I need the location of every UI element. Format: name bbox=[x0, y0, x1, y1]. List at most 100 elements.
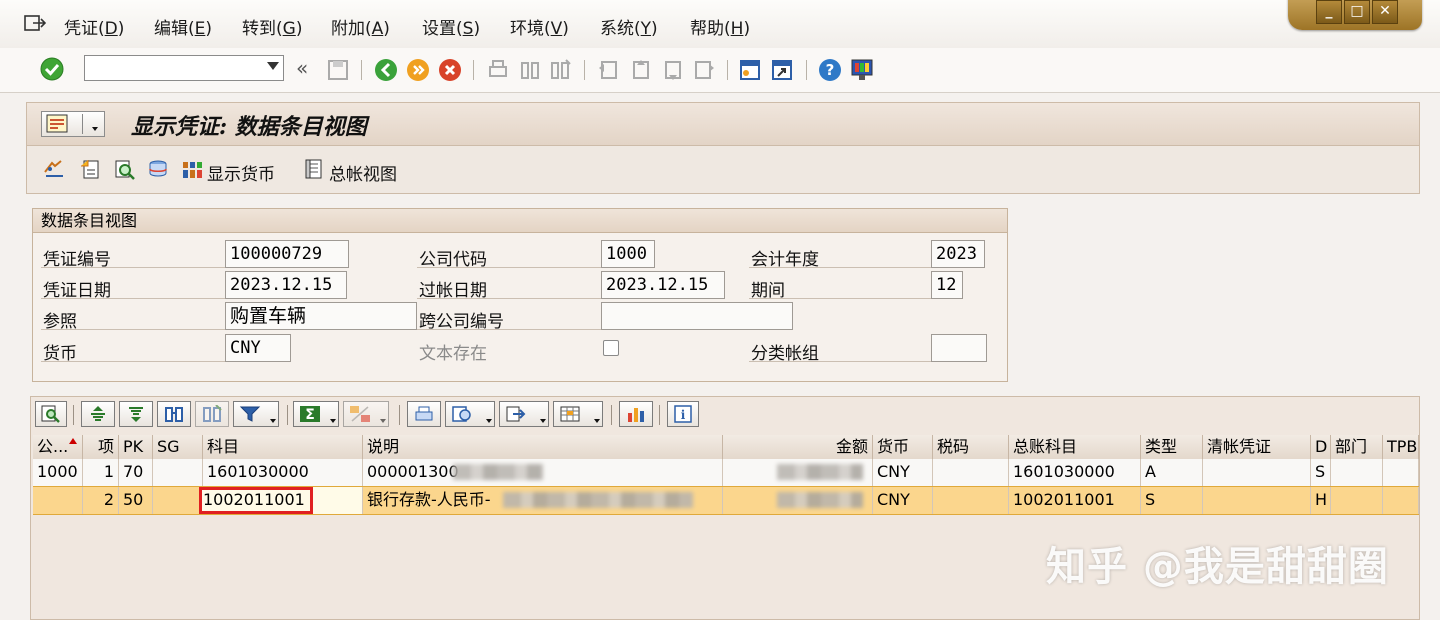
chevron-down-icon bbox=[486, 419, 492, 423]
graphic-button[interactable] bbox=[619, 401, 653, 427]
menu-goto[interactable]: 转到(G) bbox=[242, 14, 302, 39]
cell-account-highlighted[interactable]: 1002011001 bbox=[199, 487, 313, 514]
col-amount[interactable]: 金额 bbox=[723, 435, 873, 459]
cell-tax-code bbox=[933, 487, 1009, 514]
separator bbox=[749, 298, 931, 299]
col-department[interactable]: 部门 bbox=[1331, 435, 1383, 459]
export-icon bbox=[506, 406, 526, 422]
redacted-area bbox=[777, 492, 863, 508]
details-button[interactable] bbox=[35, 401, 67, 427]
find-next-button[interactable] bbox=[195, 401, 229, 427]
total-button[interactable]: Σ bbox=[293, 401, 339, 427]
subtotal-button[interactable] bbox=[343, 401, 389, 427]
previous-page-icon[interactable] bbox=[628, 58, 652, 82]
col-currency[interactable]: 货币 bbox=[873, 435, 933, 459]
svg-text:?: ? bbox=[826, 61, 835, 79]
col-tpb[interactable]: TPB bbox=[1383, 435, 1419, 459]
find-icon[interactable] bbox=[518, 58, 542, 82]
period-field[interactable]: 12 bbox=[931, 271, 963, 299]
menu-edit[interactable]: 编辑(E) bbox=[154, 14, 212, 39]
cell-account: 1601030000 bbox=[203, 459, 363, 486]
database-icon[interactable] bbox=[147, 158, 169, 180]
print-icon[interactable] bbox=[486, 58, 510, 82]
col-sg[interactable]: SG bbox=[153, 435, 203, 459]
doc-number-field[interactable]: 100000729 bbox=[225, 240, 349, 268]
filter-button[interactable] bbox=[233, 401, 279, 427]
text-exists-checkbox[interactable] bbox=[603, 340, 619, 356]
posting-date-field[interactable]: 2023.12.15 bbox=[601, 271, 725, 299]
display-currency-icon[interactable] bbox=[181, 158, 203, 180]
company-code-field[interactable]: 1000 bbox=[601, 240, 655, 268]
customize-layout-icon[interactable] bbox=[850, 58, 874, 82]
table-row[interactable]: 1000 1 70 1601030000 000001300 CNY 16010… bbox=[33, 459, 1419, 487]
text-exists-label: 文本存在 bbox=[419, 344, 487, 364]
info-button[interactable]: i bbox=[667, 401, 699, 427]
display-currency-label[interactable]: 显示货币 bbox=[207, 160, 275, 185]
col-debit-credit[interactable]: D bbox=[1311, 435, 1331, 459]
help-icon[interactable]: ? bbox=[818, 58, 842, 82]
document-overview-icon[interactable] bbox=[79, 158, 101, 180]
separator bbox=[727, 60, 728, 80]
cell-text-value: 银行存款-人民币- bbox=[367, 490, 491, 509]
document-search-icon[interactable] bbox=[113, 158, 135, 180]
screen-menu-button[interactable] bbox=[41, 111, 105, 137]
col-tax-code[interactable]: 税码 bbox=[933, 435, 1009, 459]
col-clearing-doc[interactable]: 清帐凭证 bbox=[1203, 435, 1311, 459]
collapse-icon[interactable]: « bbox=[296, 56, 320, 80]
menu-help[interactable]: 帮助(H) bbox=[690, 14, 750, 39]
chevron-down-icon[interactable] bbox=[267, 62, 279, 70]
change-layout-button[interactable] bbox=[553, 401, 603, 427]
find-next-icon[interactable] bbox=[548, 58, 572, 82]
menu-extras[interactable]: 附加(A) bbox=[331, 14, 390, 39]
table-row-selected[interactable]: 2 50 1002011001 银行存款-人民币- CNY 1002011001… bbox=[33, 486, 1419, 515]
find-button[interactable] bbox=[157, 401, 191, 427]
general-ledger-view-icon[interactable] bbox=[303, 158, 325, 180]
cell-department bbox=[1331, 459, 1383, 486]
shortcut-icon[interactable] bbox=[770, 58, 794, 82]
separator bbox=[473, 60, 474, 80]
col-type[interactable]: 类型 bbox=[1141, 435, 1203, 459]
sort-ascending-button[interactable] bbox=[81, 401, 115, 427]
doc-date-field[interactable]: 2023.12.15 bbox=[225, 271, 347, 299]
currency-field[interactable]: CNY bbox=[225, 334, 291, 362]
cancel-icon[interactable] bbox=[438, 58, 462, 82]
next-page-icon[interactable] bbox=[660, 58, 684, 82]
menu-environment[interactable]: 环境(V) bbox=[510, 14, 569, 39]
minimize-button[interactable]: _ bbox=[1316, 0, 1342, 24]
back-icon[interactable] bbox=[374, 58, 398, 82]
first-page-icon[interactable] bbox=[596, 58, 620, 82]
maximize-button[interactable]: □ bbox=[1344, 0, 1370, 24]
ledger-group-field[interactable] bbox=[931, 334, 987, 362]
close-window-button[interactable]: ✕ bbox=[1372, 0, 1398, 24]
menu-settings[interactable]: 设置(S) bbox=[422, 14, 480, 39]
enter-check-icon[interactable] bbox=[40, 57, 64, 81]
cross-company-field[interactable] bbox=[601, 302, 793, 330]
grid-toolbar: Σ i bbox=[31, 397, 1419, 435]
fiscal-year-field[interactable]: 2023 bbox=[931, 240, 985, 268]
export-button[interactable] bbox=[499, 401, 549, 427]
command-field[interactable] bbox=[84, 55, 284, 81]
print-preview-button[interactable] bbox=[407, 401, 441, 427]
views-button[interactable] bbox=[445, 401, 495, 427]
col-gl-account[interactable]: 总账科目 bbox=[1009, 435, 1141, 459]
save-icon[interactable] bbox=[326, 58, 350, 82]
sort-indicator-icon bbox=[69, 438, 77, 444]
display-change-icon[interactable] bbox=[43, 158, 65, 180]
col-text[interactable]: 说明 bbox=[363, 435, 723, 459]
col-pk[interactable]: PK bbox=[119, 435, 153, 459]
reference-field[interactable]: 购置车辆 bbox=[225, 302, 417, 330]
new-session-icon[interactable] bbox=[738, 58, 762, 82]
col-account[interactable]: 科目 bbox=[203, 435, 363, 459]
exit-icon[interactable] bbox=[406, 58, 430, 82]
cell-text: 000001300 bbox=[363, 459, 723, 486]
menu-system[interactable]: 系统(Y) bbox=[600, 14, 658, 39]
view-icon bbox=[452, 406, 471, 422]
col-item[interactable]: 项 bbox=[83, 435, 119, 459]
menu-document[interactable]: 凭证(D) bbox=[64, 14, 124, 39]
menu-exit-icon[interactable] bbox=[24, 14, 46, 32]
general-ledger-view-label[interactable]: 总帐视图 bbox=[329, 160, 397, 185]
cell-text-value: 000001300 bbox=[367, 462, 459, 481]
sort-descending-button[interactable] bbox=[119, 401, 153, 427]
chevron-down-icon bbox=[594, 419, 600, 423]
last-page-icon[interactable] bbox=[692, 58, 716, 82]
